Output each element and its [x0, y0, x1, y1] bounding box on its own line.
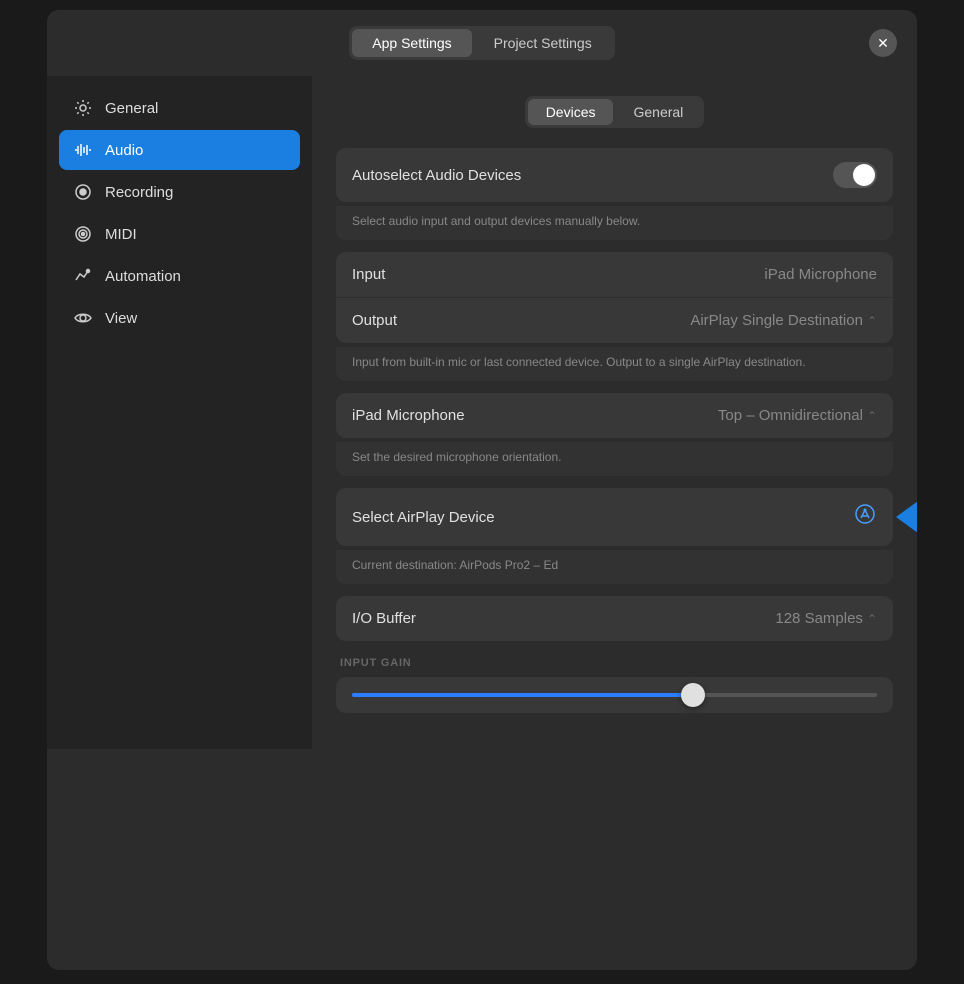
settings-modal: App Settings Project Settings ✕ Ge — [47, 10, 917, 970]
chevron-icon: ⌃ — [867, 314, 877, 328]
tab-devices[interactable]: Devices — [528, 99, 614, 125]
autoselect-note: Select audio input and output devices ma… — [336, 206, 893, 240]
sidebar-item-view[interactable]: View — [59, 298, 300, 338]
sidebar-item-automation[interactable]: Automation — [59, 256, 300, 296]
input-label: Input — [352, 266, 385, 283]
ipad-mic-row[interactable]: iPad Microphone Top – Omnidirectional ⌃ — [336, 393, 893, 438]
gear-icon — [73, 98, 93, 118]
io-buffer-row[interactable]: I/O Buffer 128 Samples ⌃ — [336, 596, 893, 641]
close-icon: ✕ — [877, 35, 889, 52]
record-icon — [73, 182, 93, 202]
toggle-knob — [853, 164, 875, 186]
tab-project-settings[interactable]: Project Settings — [474, 29, 612, 57]
input-value: iPad Microphone — [764, 266, 877, 283]
sidebar-label-recording: Recording — [105, 184, 173, 201]
sidebar-item-midi[interactable]: MIDI — [59, 214, 300, 254]
sidebar-label-general: General — [105, 100, 158, 117]
airplay-row[interactable]: Select AirPlay Device — [336, 488, 893, 546]
gain-slider-container — [336, 677, 893, 713]
sidebar-item-recording[interactable]: Recording — [59, 172, 300, 212]
sidebar-item-audio[interactable]: Audio — [59, 130, 300, 170]
gain-slider-thumb[interactable] — [681, 683, 705, 707]
output-row[interactable]: Output AirPlay Single Destination ⌃ — [336, 298, 893, 343]
io-buffer-label: I/O Buffer — [352, 610, 416, 627]
autoselect-row: Autoselect Audio Devices — [336, 148, 893, 202]
airplay-label: Select AirPlay Device — [352, 509, 495, 526]
input-output-card: Input iPad Microphone Output AirPlay Sin… — [336, 252, 893, 343]
sidebar-label-midi: MIDI — [105, 226, 137, 243]
waveform-icon — [73, 140, 93, 160]
gain-slider-fill — [352, 693, 693, 697]
output-label: Output — [352, 312, 397, 329]
automation-icon — [73, 266, 93, 286]
sidebar-label-audio: Audio — [105, 142, 143, 159]
chevron-icon-mic: ⌃ — [867, 409, 877, 423]
gain-slider-track — [352, 693, 877, 697]
airplay-icon — [853, 502, 877, 532]
autoselect-toggle[interactable] — [833, 162, 877, 188]
io-buffer-value: 128 Samples ⌃ — [775, 610, 877, 627]
modal-header: App Settings Project Settings ✕ — [47, 10, 917, 76]
ipad-mic-note: Set the desired microphone orientation. — [336, 442, 893, 476]
tab-app-settings[interactable]: App Settings — [352, 29, 471, 57]
input-row[interactable]: Input iPad Microphone — [336, 252, 893, 298]
inner-tab-group: Devices General — [525, 96, 705, 128]
airplay-container: Select AirPlay Device — [336, 488, 893, 546]
sidebar-item-general[interactable]: General — [59, 88, 300, 128]
ipad-mic-value: Top – Omnidirectional ⌃ — [718, 407, 877, 424]
autoselect-card: Autoselect Audio Devices — [336, 148, 893, 202]
airplay-card: Select AirPlay Device — [336, 488, 893, 546]
sidebar-label-view: View — [105, 310, 137, 327]
chevron-icon-buffer: ⌃ — [867, 612, 877, 626]
sidebar-label-automation: Automation — [105, 268, 181, 285]
tab-general[interactable]: General — [615, 99, 701, 125]
main-content: Devices General Autoselect Audio Devices… — [312, 76, 917, 749]
input-output-note: Input from built-in mic or last connecte… — [336, 347, 893, 381]
ipad-mic-label: iPad Microphone — [352, 407, 465, 424]
view-icon — [73, 308, 93, 328]
io-buffer-card: I/O Buffer 128 Samples ⌃ — [336, 596, 893, 641]
airplay-note: Current destination: AirPods Pro2 – Ed — [336, 550, 893, 584]
autoselect-label: Autoselect Audio Devices — [352, 167, 521, 184]
input-gain-label: INPUT GAIN — [336, 657, 893, 669]
midi-icon — [73, 224, 93, 244]
ipad-mic-card: iPad Microphone Top – Omnidirectional ⌃ — [336, 393, 893, 438]
input-gain-section: INPUT GAIN — [336, 657, 893, 713]
modal-body: General Audio — [47, 76, 917, 749]
close-button[interactable]: ✕ — [869, 29, 897, 57]
sidebar: General Audio — [47, 76, 312, 749]
arrow-indicator — [896, 501, 917, 533]
arrow-head — [896, 501, 917, 533]
main-tab-group: App Settings Project Settings — [349, 26, 614, 60]
io-buffer-section: I/O Buffer 128 Samples ⌃ — [336, 596, 893, 641]
output-value: AirPlay Single Destination ⌃ — [690, 312, 877, 329]
